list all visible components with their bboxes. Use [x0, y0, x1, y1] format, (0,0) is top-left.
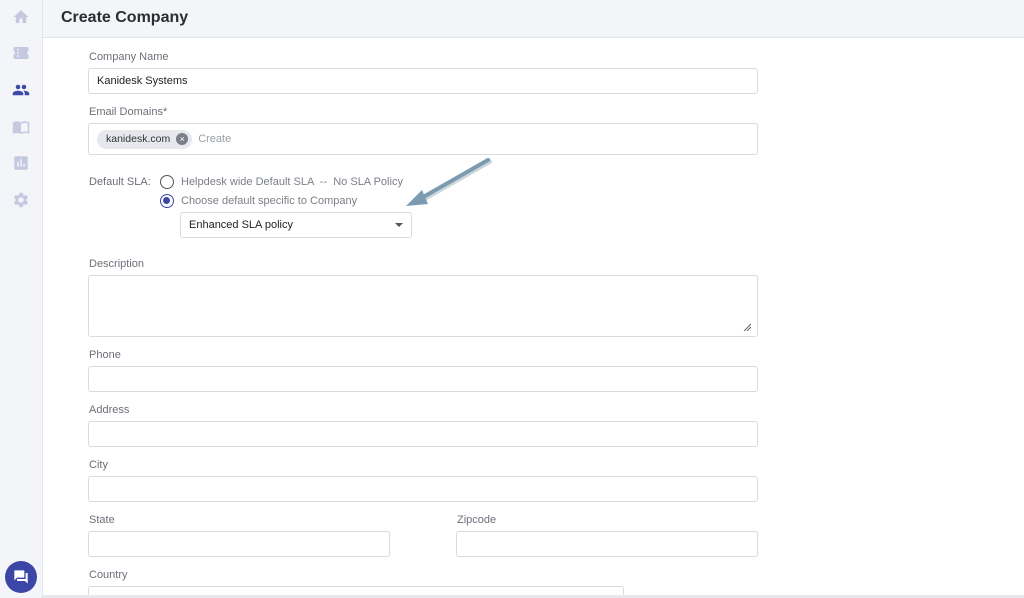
page-header: Create Company: [43, 0, 1024, 38]
sla-option-helpdesk-default[interactable]: Helpdesk wide Default SLA -- No SLA Poli…: [160, 175, 403, 189]
company-name-label: Company Name: [89, 51, 169, 63]
country-label: Country: [89, 569, 128, 581]
sidebar-item-knowledge-base[interactable]: [11, 117, 31, 137]
description-label: Description: [89, 258, 145, 270]
sidebar-item-reports[interactable]: [11, 153, 31, 173]
domain-chip: kanidesk.com ×: [97, 129, 193, 149]
chart-icon: [14, 156, 28, 170]
page-title: Create Company: [61, 9, 189, 26]
sidebar-item-settings[interactable]: [11, 190, 31, 210]
company-name-input[interactable]: Kanidesk Systems: [88, 68, 758, 94]
sla-policy-select[interactable]: Enhanced SLA policy: [180, 212, 412, 238]
company-name-value: Kanidesk Systems: [97, 75, 188, 87]
book-icon: [12, 121, 30, 135]
sidebar-item-home[interactable]: [11, 7, 31, 27]
phone-label: Phone: [89, 349, 121, 361]
chevron-down-icon: [395, 223, 403, 227]
sidebar-item-customers[interactable]: [11, 80, 31, 100]
sla-option-helpdesk-label: Helpdesk wide Default SLA -- No SLA Poli…: [181, 176, 403, 188]
remove-chip-icon[interactable]: ×: [176, 133, 189, 145]
radio-unchecked[interactable]: [160, 175, 174, 189]
sla-option-company-label: Choose default specific to Company: [181, 195, 358, 207]
resize-handle-icon[interactable]: [743, 323, 751, 331]
address-label: Address: [89, 404, 130, 416]
zipcode-label: Zipcode: [457, 514, 497, 526]
domain-chip-label: kanidesk.com: [106, 133, 171, 145]
default-sla-label: Default SLA:: [89, 176, 151, 188]
home-icon: [13, 10, 29, 23]
sidebar-item-tickets[interactable]: [11, 43, 31, 63]
create-domain-placeholder[interactable]: Create: [198, 133, 231, 145]
sla-option-company-specific[interactable]: Choose default specific to Company: [160, 194, 357, 208]
people-icon: [12, 84, 30, 96]
annotation-arrow-icon: [406, 158, 492, 206]
sidebar: [0, 0, 43, 598]
chat-icon: [14, 570, 28, 584]
zipcode-input[interactable]: [456, 531, 758, 557]
state-label: State: [89, 514, 115, 526]
sla-policy-value: Enhanced SLA policy: [189, 219, 293, 231]
phone-input[interactable]: [88, 366, 758, 392]
state-input[interactable]: [88, 531, 390, 557]
chat-button[interactable]: [5, 561, 37, 593]
city-input[interactable]: [88, 476, 758, 502]
description-textarea[interactable]: [88, 275, 758, 337]
ticket-icon: [13, 47, 29, 59]
address-input[interactable]: [88, 421, 758, 447]
radio-checked[interactable]: [160, 194, 174, 208]
email-domains-label: Email Domains*: [89, 106, 168, 118]
city-label: City: [89, 459, 108, 471]
gear-icon: [13, 192, 29, 208]
